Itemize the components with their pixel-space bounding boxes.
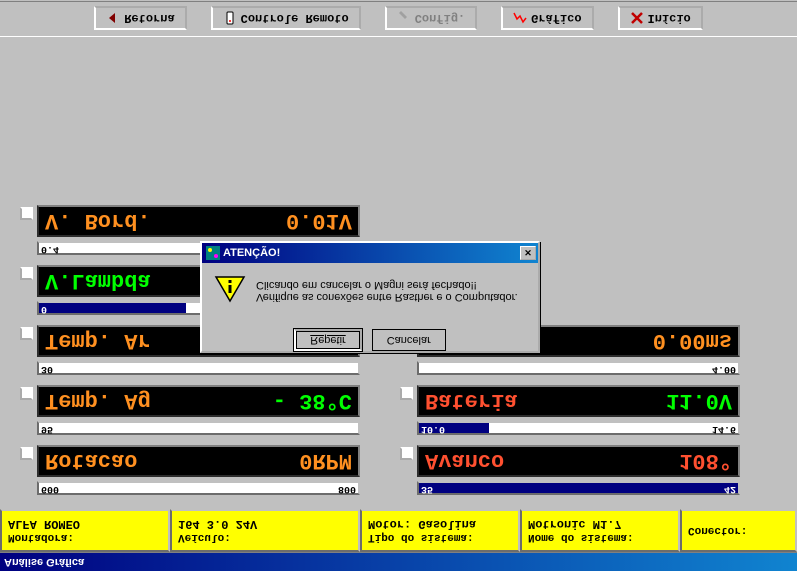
remote-icon — [223, 11, 237, 25]
gauge-checkbox[interactable] — [20, 207, 33, 220]
wrench-icon — [397, 11, 411, 25]
window-titlebar: Análise Gráfica — [0, 553, 797, 571]
inicio-button[interactable]: Início — [618, 6, 703, 30]
gauge-checkbox[interactable] — [20, 327, 33, 340]
gauge-tempag: 95 Temp. Ag- 38°C — [20, 385, 360, 439]
info-bar: Montadora: ALFA ROMEO Veículo: 164 3.0 2… — [0, 509, 797, 553]
info-conector: Conector: — [680, 509, 797, 552]
back-arrow-icon — [106, 11, 120, 25]
info-nome: Nome do sistema: Motronic M1.7 — [520, 509, 680, 552]
gauge-checkbox[interactable] — [400, 447, 413, 460]
gauge-checkbox[interactable] — [400, 387, 413, 400]
gauge-avanco: 3542 Avanco108° — [400, 445, 740, 499]
atencao-dialog: ATENÇÃO! ✕ Verifique as conexões entre R… — [200, 241, 540, 353]
dialog-message: Verifique as conexões entre Rasther e o … — [256, 279, 518, 303]
toolbar: Retorna Controle Remoto Config. Gráfico … — [0, 1, 797, 37]
gauge-checkbox[interactable] — [20, 267, 33, 280]
window-title: Análise Gráfica — [4, 556, 84, 568]
info-montadora: Montadora: ALFA ROMEO — [0, 509, 170, 552]
cancelar-button[interactable]: Cancelar — [372, 329, 446, 351]
dialog-close-button[interactable]: ✕ — [520, 246, 536, 260]
gauge-bateria: 10.014.6 Bateria11.0V — [400, 385, 740, 439]
gauge-rotacao: 600800 Rotacao0RPM — [20, 445, 360, 499]
app-icon — [206, 246, 220, 260]
info-veiculo: Veículo: 164 3.0 24V — [170, 509, 360, 552]
grafico-button[interactable]: Gráfico — [501, 6, 593, 30]
retorna-button[interactable]: Retorna — [94, 6, 186, 30]
dialog-title: ATENÇÃO! — [223, 247, 280, 259]
dialog-titlebar[interactable]: ATENÇÃO! ✕ — [202, 243, 538, 263]
info-tipo: Tipo do sistema: Motor: Gasolina — [360, 509, 520, 552]
controle-remoto-button[interactable]: Controle Remoto — [211, 6, 361, 30]
close-x-icon — [630, 11, 644, 25]
chart-icon — [513, 11, 527, 25]
gauge-checkbox[interactable] — [20, 387, 33, 400]
warning-icon — [214, 275, 246, 303]
config-button: Config. — [385, 6, 477, 30]
gauge-checkbox[interactable] — [20, 447, 33, 460]
repetir-button[interactable]: Repetir — [294, 329, 361, 351]
